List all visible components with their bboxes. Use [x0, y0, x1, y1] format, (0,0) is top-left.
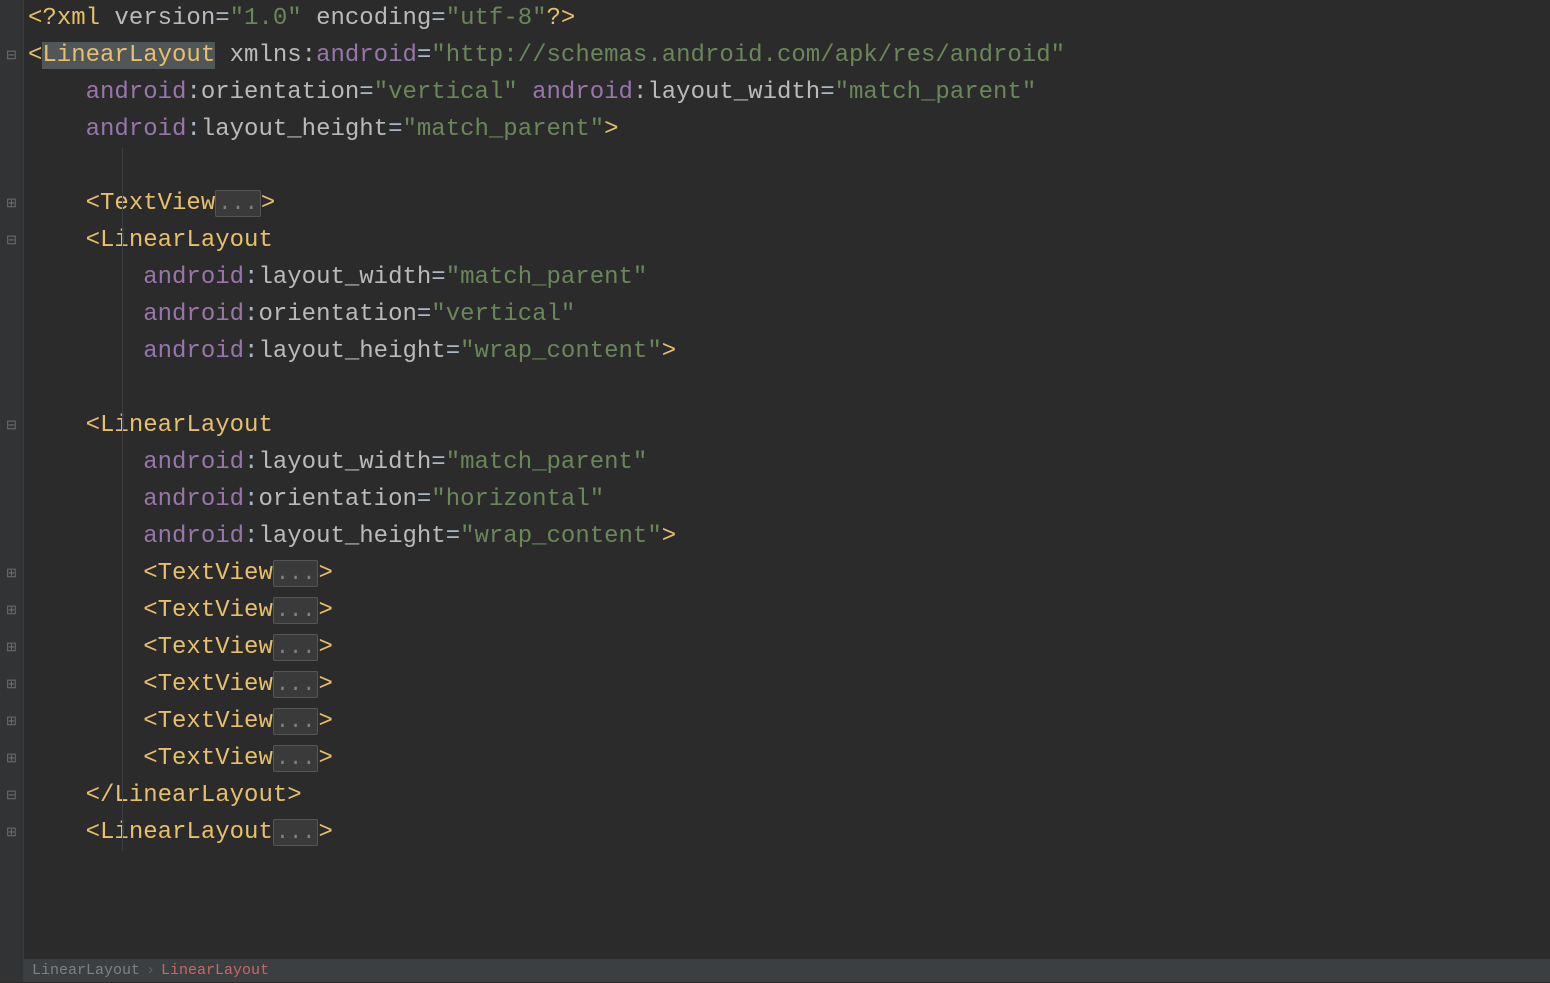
xml-prolog-open: <?: [28, 5, 57, 32]
code-line[interactable]: android:orientation="vertical": [28, 296, 1546, 333]
xml-tag: TextView: [158, 634, 273, 661]
xml-tag: TextView: [100, 190, 215, 217]
xml-value: "vertical": [374, 79, 518, 106]
code-line[interactable]: <?xml version="1.0" encoding="utf-8"?>: [28, 0, 1546, 37]
xml-value: "match_parent": [835, 79, 1037, 106]
code-line[interactable]: <TextView...>: [28, 592, 1546, 629]
code-line[interactable]: android:layout_height="match_parent">: [28, 111, 1546, 148]
code-line[interactable]: <TextView...>: [28, 555, 1546, 592]
folded-code-placeholder[interactable]: ...: [273, 597, 319, 624]
xml-tag: LinearLayout: [114, 782, 287, 809]
fold-expand-icon[interactable]: ⊞: [6, 716, 17, 727]
xml-value: "1.0": [230, 5, 302, 32]
xml-namespace: android: [316, 42, 417, 69]
folded-code-placeholder[interactable]: ...: [273, 745, 319, 772]
breadcrumb-item-warning[interactable]: LinearLayout: [161, 959, 269, 983]
code-line[interactable]: <LinearLayout: [28, 407, 1546, 444]
xml-attr: layout_width: [647, 79, 820, 106]
code-line[interactable]: <LinearLayout: [28, 222, 1546, 259]
xml-namespace: android: [143, 301, 244, 328]
xml-tag-highlighted: LinearLayout: [42, 42, 215, 69]
fold-end-icon[interactable]: ⊟: [6, 790, 17, 801]
fold-expand-icon[interactable]: ⊞: [6, 753, 17, 764]
xml-namespace: android: [143, 523, 244, 550]
code-editor[interactable]: <?xml version="1.0" encoding="utf-8"?> <…: [24, 0, 1550, 982]
xml-namespace: android: [143, 264, 244, 291]
code-line[interactable]: <LinearLayout...>: [28, 814, 1546, 851]
code-line[interactable]: <TextView...>: [28, 629, 1546, 666]
xml-prolog-name: xml: [57, 5, 115, 32]
xml-namespace: android: [143, 486, 244, 513]
xml-value: "wrap_content": [460, 338, 662, 365]
xml-namespace: android: [86, 116, 187, 143]
xml-namespace: android: [86, 79, 187, 106]
folded-code-placeholder[interactable]: ...: [273, 671, 319, 698]
code-line[interactable]: android:layout_height="wrap_content">: [28, 333, 1546, 370]
xml-xmlns: xmlns:: [230, 42, 316, 69]
xml-tag: LinearLayout: [100, 227, 273, 254]
folded-code-placeholder[interactable]: ...: [273, 819, 319, 846]
code-line[interactable]: <TextView...>: [28, 740, 1546, 777]
code-line[interactable]: android:layout_width="match_parent": [28, 444, 1546, 481]
code-line[interactable]: <TextView...>: [28, 703, 1546, 740]
breadcrumb-item[interactable]: LinearLayout: [32, 959, 140, 983]
xml-tag: TextView: [158, 745, 273, 772]
code-line[interactable]: </LinearLayout>: [28, 777, 1546, 814]
xml-attr: orientation: [258, 301, 416, 328]
xml-namespace: android: [143, 449, 244, 476]
fold-expand-icon[interactable]: ⊞: [6, 827, 17, 838]
xml-namespace: android: [532, 79, 633, 106]
xml-value: "match_parent": [402, 116, 604, 143]
xml-attr: layout_height: [258, 338, 445, 365]
xml-tag: TextView: [158, 708, 273, 735]
xml-attr: layout_height: [258, 523, 445, 550]
fold-collapse-icon[interactable]: ⊟: [6, 50, 17, 61]
fold-expand-icon[interactable]: ⊞: [6, 198, 17, 209]
blank-line[interactable]: [28, 370, 1546, 407]
folded-code-placeholder[interactable]: ...: [273, 560, 319, 587]
code-line[interactable]: android:orientation="vertical" android:l…: [28, 74, 1546, 111]
xml-attr: version: [114, 5, 215, 32]
fold-expand-icon[interactable]: ⊞: [6, 605, 17, 616]
xml-value: "wrap_content": [460, 523, 662, 550]
xml-value: "vertical": [431, 301, 575, 328]
xml-attr: orientation: [201, 79, 359, 106]
xml-value: "match_parent": [446, 264, 648, 291]
xml-value: "http://schemas.android.com/apk/res/andr…: [431, 42, 1065, 69]
fold-expand-icon[interactable]: ⊞: [6, 568, 17, 579]
xml-attr: encoding: [316, 5, 431, 32]
fold-expand-icon[interactable]: ⊞: [6, 679, 17, 690]
xml-attr: layout_width: [258, 264, 431, 291]
xml-attr: orientation: [258, 486, 416, 513]
folded-code-placeholder[interactable]: ...: [215, 190, 261, 217]
xml-tag: TextView: [158, 597, 273, 624]
code-line[interactable]: <LinearLayout xmlns:android="http://sche…: [28, 37, 1546, 74]
xml-tag: LinearLayout: [100, 819, 273, 846]
xml-tag: TextView: [158, 671, 273, 698]
xml-tag: TextView: [158, 560, 273, 587]
chevron-right-icon: ›: [146, 959, 155, 983]
code-line[interactable]: <TextView...>: [28, 185, 1546, 222]
code-line[interactable]: <TextView...>: [28, 666, 1546, 703]
code-line[interactable]: android:orientation="horizontal": [28, 481, 1546, 518]
folded-code-placeholder[interactable]: ...: [273, 708, 319, 735]
xml-value: "utf-8": [446, 5, 547, 32]
xml-value: "match_parent": [446, 449, 648, 476]
breadcrumb[interactable]: LinearLayout › LinearLayout: [24, 958, 1550, 982]
code-line[interactable]: android:layout_width="match_parent": [28, 259, 1546, 296]
xml-attr: layout_height: [201, 116, 388, 143]
folded-code-placeholder[interactable]: ...: [273, 634, 319, 661]
xml-attr: layout_width: [258, 449, 431, 476]
fold-expand-icon[interactable]: ⊞: [6, 642, 17, 653]
fold-collapse-icon[interactable]: ⊟: [6, 420, 17, 431]
xml-value: "horizontal": [431, 486, 604, 513]
xml-tag: LinearLayout: [100, 412, 273, 439]
fold-collapse-icon[interactable]: ⊟: [6, 235, 17, 246]
xml-namespace: android: [143, 338, 244, 365]
blank-line[interactable]: [28, 148, 1546, 185]
xml-prolog-close: ?>: [547, 5, 576, 32]
editor-gutter: ⊟ ⊞ ⊟ ⊟ ⊞ ⊞ ⊞ ⊞ ⊞ ⊞ ⊟ ⊞: [0, 0, 24, 982]
code-line[interactable]: android:layout_height="wrap_content">: [28, 518, 1546, 555]
